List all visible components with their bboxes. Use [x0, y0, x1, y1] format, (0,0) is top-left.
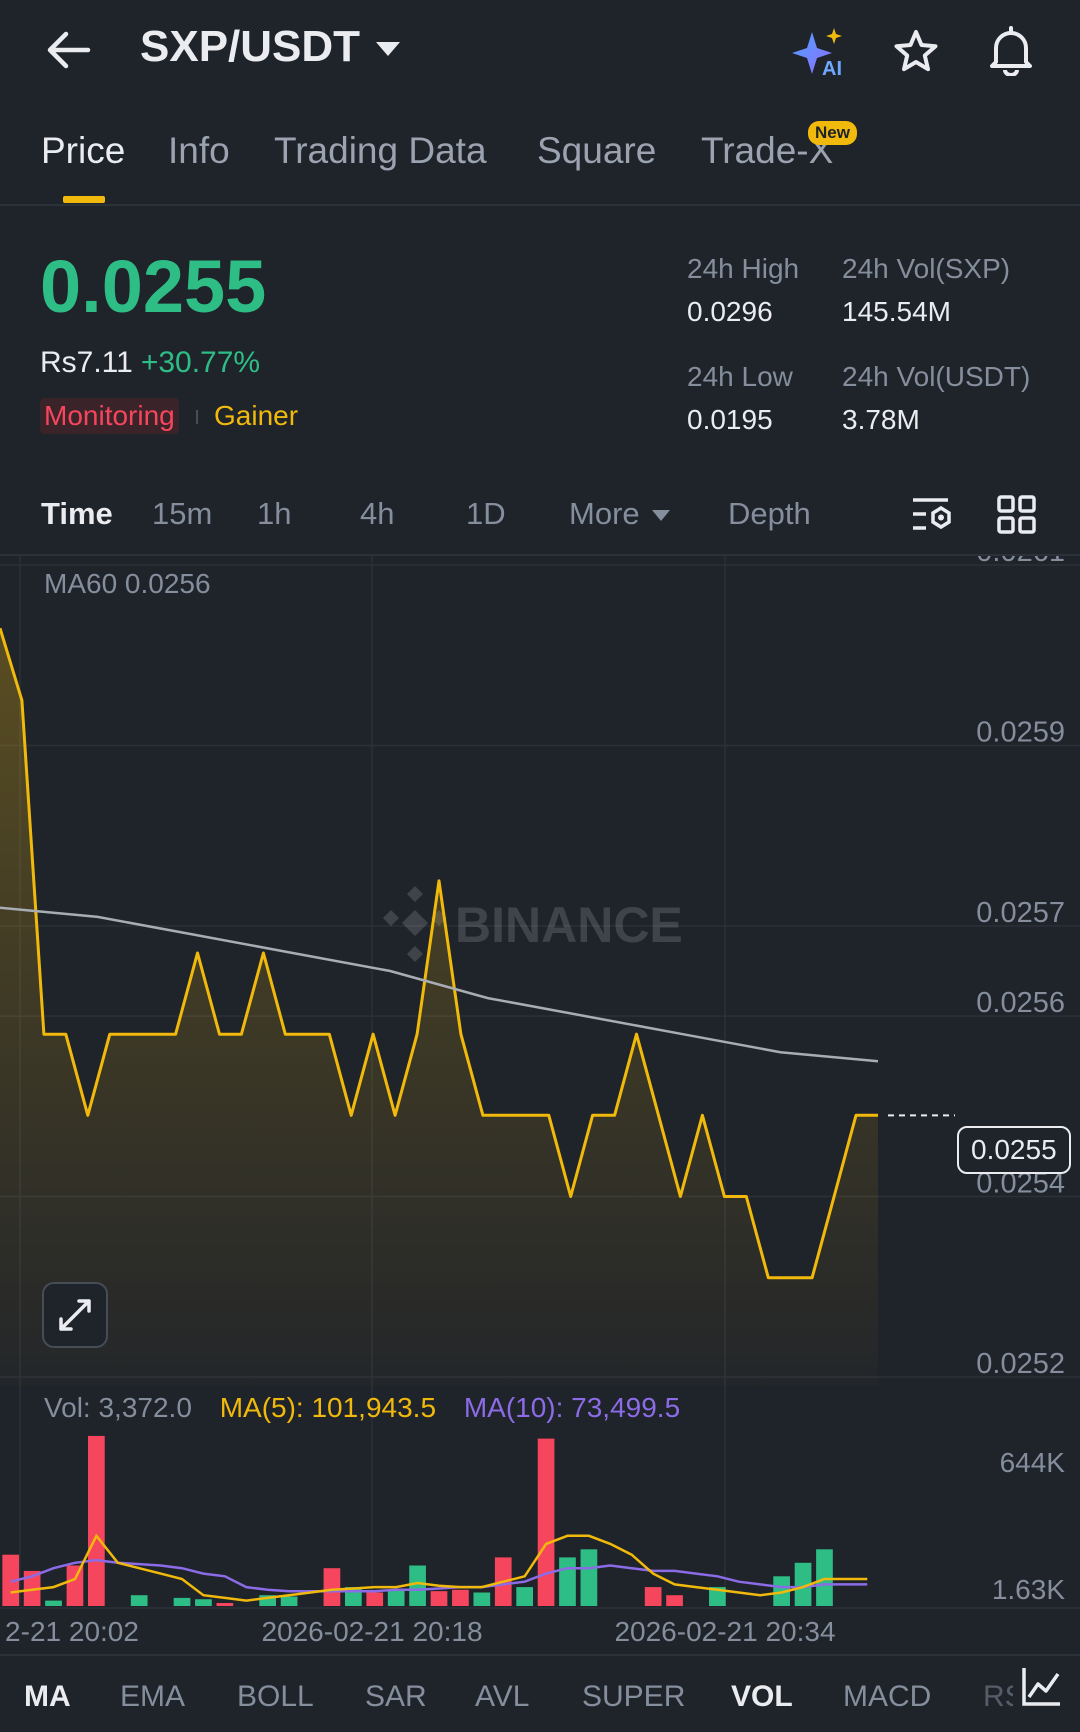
expand-icon: [59, 1299, 91, 1331]
depth-tab[interactable]: Depth: [728, 496, 811, 532]
pair-title: SXP/USDT: [140, 22, 361, 71]
vol-quote-value: 3.78M: [842, 404, 920, 435]
volume-bar: [473, 1592, 491, 1606]
vol-legend-vol: Vol: 3,372.0: [44, 1392, 192, 1423]
y-tick-label: 0.0256: [976, 987, 1065, 1019]
vol-base-value: 145.54M: [842, 296, 951, 327]
bell-icon[interactable]: [986, 24, 1036, 81]
fiat-price-row: Rs7.11 +30.77%: [40, 346, 260, 380]
back-arrow-icon[interactable]: [44, 28, 92, 72]
indicator-vol[interactable]: VOL: [731, 1680, 793, 1714]
indicator-sar[interactable]: SAR: [365, 1680, 427, 1714]
price-change-percent: +30.77%: [140, 346, 261, 379]
more-label: More: [569, 496, 640, 531]
vol-base-label: 24h Vol(SXP): [842, 253, 1011, 284]
indicator-avl[interactable]: AVL: [475, 1680, 529, 1714]
volume-bar: [537, 1438, 555, 1606]
tag-separator: [196, 410, 198, 424]
volume-bar: [816, 1549, 833, 1606]
tabs-divider: [0, 204, 1080, 206]
volume-bar: [559, 1557, 576, 1606]
gainer-tag[interactable]: Gainer: [214, 400, 298, 432]
interval-time[interactable]: Time: [41, 496, 113, 532]
tab-trading-data[interactable]: Trading Data: [274, 130, 487, 172]
active-tab-indicator: [63, 196, 105, 203]
y-tick-label: 0.0252: [976, 1348, 1065, 1380]
grid-layout-icon[interactable]: [996, 494, 1038, 541]
y-tick-label: 0.0257: [976, 897, 1065, 929]
vol-legend: Vol: 3,372.0 MA(5): 101,943.5 MA(10): 73…: [44, 1392, 680, 1424]
volume-bar: [409, 1565, 426, 1606]
volume-bar: [644, 1587, 662, 1606]
vol-y-tick-label: 644K: [1000, 1447, 1066, 1478]
indicator-ema[interactable]: EMA: [120, 1680, 185, 1714]
high-value: 0.0296: [687, 296, 773, 327]
indicator-macd[interactable]: MACD: [843, 1680, 931, 1714]
ai-label: AI: [822, 58, 842, 80]
volume-bar: [666, 1595, 683, 1606]
watermark-text: BINANCE: [455, 897, 683, 953]
indicator-ma[interactable]: MA: [24, 1680, 71, 1714]
tab-square[interactable]: Square: [537, 130, 656, 172]
volume-bar: [195, 1599, 212, 1606]
chart-indicator-settings-icon[interactable]: [1018, 1658, 1080, 1714]
interval-1h[interactable]: 1h: [257, 496, 291, 532]
volume-bar: [280, 1596, 298, 1606]
volume-bar: [216, 1603, 234, 1606]
price-chart[interactable]: BINANCE 0.02610.02590.02570.02560.02540.…: [0, 556, 1080, 1656]
volume-bar: [366, 1592, 384, 1606]
high-label: 24h High: [687, 253, 800, 284]
monitoring-tag[interactable]: Monitoring: [40, 398, 179, 434]
current-price-tag: 0.0255: [957, 1126, 1071, 1174]
chevron-down-icon: [651, 510, 670, 522]
last-price: 0.0255: [40, 245, 267, 328]
more-intervals-button[interactable]: More: [569, 496, 670, 532]
indicator-boll[interactable]: BOLL: [237, 1680, 314, 1714]
volume-bar: [45, 1600, 62, 1606]
tab-info[interactable]: Info: [168, 130, 230, 172]
vol-ma5-line: [10, 1533, 868, 1602]
chart-settings-icon[interactable]: [910, 494, 954, 541]
volume-bar: [387, 1589, 405, 1606]
interval-15m[interactable]: 15m: [152, 496, 212, 532]
x-tick-label: 2026-02-21 20:34: [614, 1616, 835, 1647]
tab-price[interactable]: Price: [41, 130, 125, 172]
x-tick-label: 2-21 20:02: [5, 1616, 139, 1647]
volume-bar: [130, 1595, 148, 1606]
vol-y-tick-label: 1.63K: [992, 1574, 1065, 1605]
favorite-star-icon[interactable]: [892, 28, 940, 81]
volume-bar: [88, 1435, 105, 1606]
volume-bar: [173, 1597, 191, 1606]
volume-bar: [323, 1568, 341, 1606]
price-area-fill: [0, 628, 878, 1386]
interval-4h[interactable]: 4h: [360, 496, 394, 532]
indicator-rsi[interactable]: RSI: [983, 1680, 1013, 1714]
fiat-price: Rs7.11: [40, 346, 133, 379]
volume-bar: [430, 1591, 448, 1606]
new-badge: New: [808, 121, 857, 145]
ai-assistant-button[interactable]: AI: [790, 24, 850, 80]
chevron-down-icon: [376, 42, 401, 57]
pair-selector[interactable]: SXP/USDT: [140, 22, 401, 72]
y-tick-label: 0.0261: [976, 556, 1065, 568]
expand-chart-button[interactable]: [42, 1282, 108, 1348]
volume-bar: [66, 1565, 84, 1606]
low-value: 0.0195: [687, 404, 773, 435]
vol-legend-ma5: MA(5): 101,943.5: [219, 1392, 437, 1423]
y-tick-label: 0.0259: [976, 716, 1065, 748]
x-tick-label: 2026-02-21 20:18: [261, 1616, 482, 1647]
volume-bar: [452, 1589, 469, 1606]
volume-bar: [580, 1549, 598, 1606]
indicator-divider: [0, 1654, 1080, 1656]
interval-1d[interactable]: 1D: [466, 496, 506, 532]
low-label: 24h Low: [687, 361, 793, 392]
volume-bar: [516, 1587, 534, 1606]
vol-legend-ma10: MA(10): 73,499.5: [463, 1392, 681, 1423]
ma60-legend: MA60 0.0256: [44, 568, 211, 599]
indicator-super[interactable]: SUPER: [582, 1680, 685, 1714]
vol-quote-label: 24h Vol(USDT): [842, 361, 1031, 392]
